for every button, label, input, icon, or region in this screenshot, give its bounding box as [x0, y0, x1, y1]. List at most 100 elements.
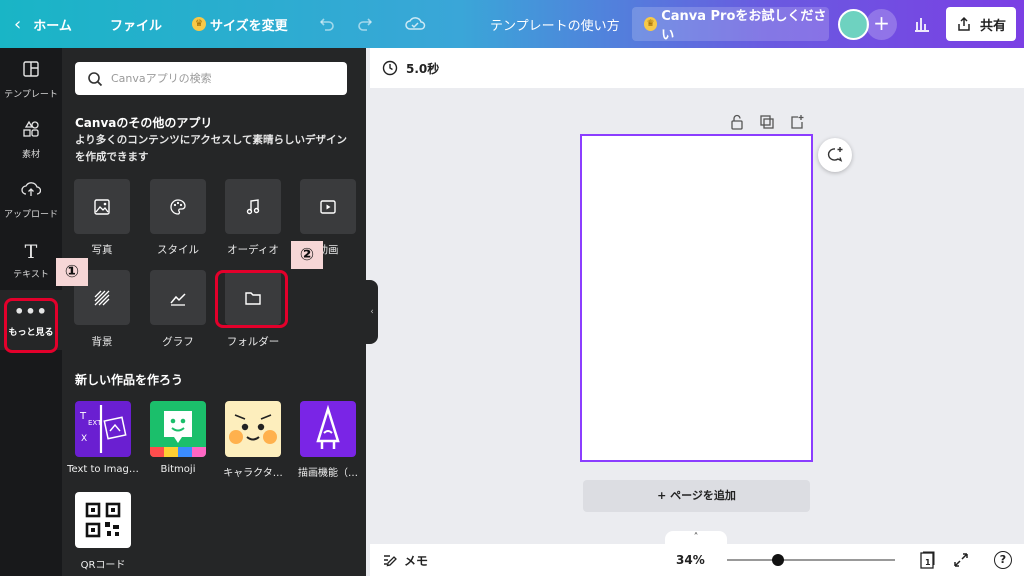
- add-page-button[interactable]: + ページを追加: [583, 480, 810, 512]
- fullscreen-button[interactable]: [952, 544, 970, 576]
- expand-icon: [954, 553, 968, 567]
- create-item-label: Text to Imag…: [67, 464, 139, 475]
- zoom-slider-handle[interactable]: [772, 554, 785, 566]
- apps-panel: Canvaのその他のアプリ より多くのコンテンツにアクセスして素晴らしいデザイン…: [62, 48, 366, 576]
- rail-item-templates[interactable]: テンプレート: [0, 50, 62, 110]
- zoom-slider-track[interactable]: [727, 559, 895, 561]
- rail-item-elements[interactable]: 素材: [0, 110, 62, 170]
- app-label: フォルダー: [226, 336, 280, 348]
- add-comment-button[interactable]: [818, 138, 852, 172]
- svg-text:X: X: [81, 434, 87, 444]
- app-tile-charts[interactable]: [150, 270, 206, 325]
- top-bar: ‹ ホーム ファイル ♛ サイズを変更 テンプレートの使い方 ♛ Canva P…: [0, 0, 1024, 48]
- home-back-button[interactable]: ‹ ホーム: [14, 0, 72, 48]
- pen-draw-thumbnail: [316, 404, 340, 449]
- create-item-text-to-image[interactable]: T EXT X: [75, 401, 131, 457]
- add-page-icon-button[interactable]: [789, 114, 805, 130]
- save-status-button[interactable]: [404, 0, 426, 48]
- notes-pencil-icon: [384, 555, 397, 567]
- file-menu-button[interactable]: ファイル: [110, 0, 162, 48]
- template-icon: [22, 60, 40, 83]
- rail-label: テキスト: [13, 269, 49, 280]
- palette-icon: [170, 198, 186, 215]
- create-item-qr-code[interactable]: [75, 492, 131, 548]
- share-button[interactable]: 共有: [946, 7, 1016, 41]
- help-icon: ?: [994, 551, 1012, 569]
- page-count-button[interactable]: 1: [917, 544, 937, 576]
- create-item-draw[interactable]: [300, 401, 356, 457]
- create-item-label: キャラクタ…: [223, 468, 283, 479]
- music-icon: [246, 198, 260, 214]
- bar-chart-icon: [915, 18, 929, 32]
- section-description: より多くのコンテンツにアクセスして素晴らしいデザインを作成できます: [75, 134, 347, 163]
- editor-footer: メモ 34% 1 ?: [370, 544, 1024, 576]
- crown-icon: ♛: [192, 17, 206, 31]
- chevron-up-icon: ˄: [693, 532, 699, 543]
- search-icon: [88, 71, 103, 86]
- elements-icon: [22, 120, 40, 143]
- add-member-button[interactable]: +: [866, 9, 897, 40]
- editor-toolbar: 5.0秒: [370, 48, 1024, 88]
- character-thumbnail: [229, 414, 277, 444]
- crown-icon: ♛: [644, 17, 658, 31]
- text-to-image-thumbnail: TEXTX: [79, 405, 127, 453]
- resize-button[interactable]: ♛ サイズを変更: [192, 0, 288, 48]
- avatar[interactable]: [838, 9, 869, 40]
- app-tile-photos[interactable]: [74, 179, 130, 234]
- app-tile-audio[interactable]: [225, 179, 281, 234]
- page-duration[interactable]: 5.0秒: [406, 60, 439, 77]
- comment-add-icon: [827, 147, 843, 162]
- design-title[interactable]: テンプレートの使い方: [490, 0, 620, 48]
- svg-text:T: T: [79, 411, 87, 422]
- duplicate-page-button[interactable]: [759, 114, 775, 130]
- notes-button[interactable]: メモ: [382, 544, 428, 576]
- chevron-left-icon: ‹: [370, 307, 374, 317]
- app-search-box[interactable]: [75, 62, 347, 95]
- background-icon: [94, 290, 110, 305]
- chart-icon: [170, 292, 186, 306]
- rail-label: 素材: [21, 150, 40, 160]
- rail-item-uploads[interactable]: アップロード: [0, 170, 62, 230]
- unlock-icon: [731, 114, 743, 130]
- undo-button[interactable]: [316, 0, 336, 48]
- lock-page-button[interactable]: [729, 114, 745, 130]
- insights-button[interactable]: [906, 8, 938, 40]
- create-item-label: 描画機能（…: [298, 468, 358, 479]
- video-icon: [320, 199, 336, 214]
- upload-icon: [21, 180, 42, 203]
- bitmoji-thumbnail: [150, 411, 206, 457]
- chevron-left-icon: ‹: [14, 13, 22, 35]
- redo-button[interactable]: [356, 0, 376, 48]
- create-item-label: QRコード: [80, 560, 126, 571]
- show-pages-button[interactable]: ˄: [665, 531, 727, 545]
- app-tile-video[interactable]: [300, 179, 356, 234]
- svg-text:EXT: EXT: [88, 419, 102, 427]
- section-title-other-apps: Canvaのその他のアプリ: [75, 116, 213, 130]
- callout-step-1: ①: [56, 258, 88, 286]
- share-label: 共有: [979, 18, 1006, 34]
- highlight-more-button: [4, 298, 58, 353]
- try-pro-label: Canva Proをお試しください: [661, 9, 827, 43]
- app-label: オーディオ: [227, 244, 279, 256]
- collapse-panel-button[interactable]: ‹: [366, 280, 378, 344]
- photo-icon: [94, 198, 110, 215]
- highlight-folder-tile: [215, 270, 288, 328]
- redo-icon: [358, 18, 373, 31]
- search-input[interactable]: [111, 72, 331, 85]
- create-item-bitmoji[interactable]: [150, 401, 206, 457]
- design-page[interactable]: [580, 134, 813, 462]
- app-label: 背景: [91, 336, 113, 348]
- qr-code-thumbnail: [85, 502, 121, 538]
- section-title-create: 新しい作品を作ろう: [75, 373, 184, 387]
- rail-label: アップロード: [3, 210, 58, 220]
- help-button[interactable]: ?: [994, 544, 1012, 576]
- zoom-level[interactable]: 34%: [676, 544, 705, 576]
- app-tile-styles[interactable]: [150, 179, 206, 234]
- app-label: 写真: [91, 244, 113, 256]
- pages-icon: 1: [920, 551, 935, 569]
- rail-item-text[interactable]: T テキスト: [0, 230, 62, 290]
- create-item-character[interactable]: [225, 401, 281, 457]
- callout-step-2: ②: [291, 241, 323, 269]
- try-pro-button[interactable]: ♛ Canva Proをお試しください: [632, 7, 829, 43]
- share-icon: [958, 16, 970, 31]
